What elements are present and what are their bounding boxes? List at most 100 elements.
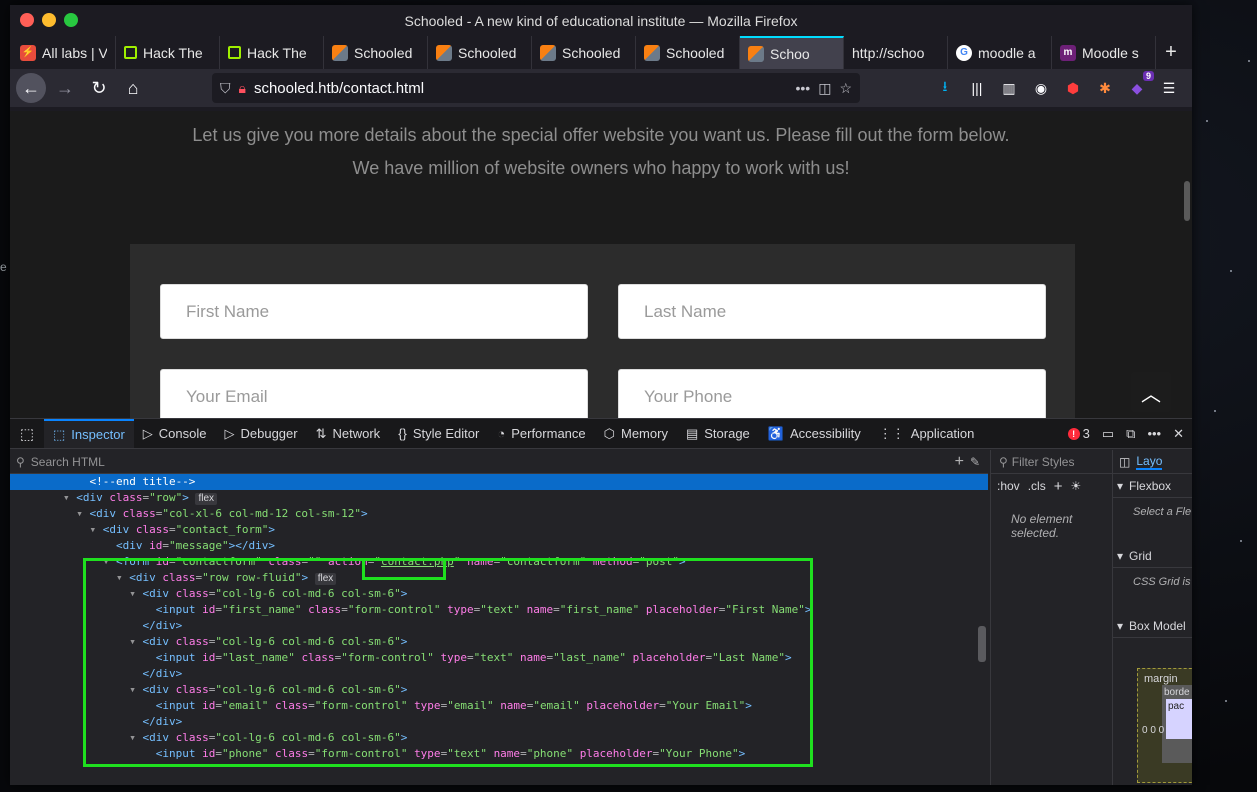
tab-label: Storage (704, 426, 750, 441)
tab-layout[interactable]: Layo (1136, 454, 1163, 470)
tab-style-editor[interactable]: {} Style Editor (389, 419, 488, 448)
browser-tab[interactable]: Hack The (220, 36, 324, 69)
search-html-input[interactable]: Search HTML (31, 455, 105, 469)
html-tree-node[interactable]: ▾ <form id="contactform" class="" action… (10, 554, 988, 570)
forward-button[interactable]: → (50, 73, 80, 103)
phone-input[interactable]: Your Phone (618, 369, 1046, 418)
library-icon[interactable]: ||| (966, 77, 988, 99)
close-window-button[interactable] (20, 13, 34, 27)
html-tree-node[interactable]: ▾ <div class="col-lg-6 col-md-6 col-sm-6… (10, 730, 988, 746)
back-button[interactable]: ← (16, 73, 46, 103)
reload-button[interactable]: ↻ (84, 73, 114, 103)
responsive-mode-icon[interactable]: ▭ (1102, 426, 1114, 442)
page-scrollbar[interactable] (1184, 181, 1190, 221)
debugger-icon: ▷ (224, 425, 235, 441)
tab-label: Performance (511, 426, 586, 441)
html-tree-node[interactable]: ▾ <div class="row"> flex (10, 490, 988, 506)
shield-icon[interactable]: ⛉ (220, 80, 231, 97)
html-tree-node[interactable]: ▾ <div class="contact_form"> (10, 522, 988, 538)
bookmark-star-icon[interactable]: ☆ (839, 80, 852, 97)
home-button[interactable]: ⌂ (118, 73, 148, 103)
browser-tab[interactable]: Gmoodle a (948, 36, 1052, 69)
browser-tab[interactable]: Schooled (428, 36, 532, 69)
html-tree-node[interactable]: <!--end title--> (10, 474, 988, 490)
error-icon: ! (1067, 427, 1080, 440)
downloads-icon[interactable]: ⭳ (934, 77, 956, 99)
html-tree-node[interactable]: <input id="last_name" class="form-contro… (10, 650, 988, 666)
menu-icon[interactable]: ☰ (1158, 77, 1180, 99)
error-count-badge[interactable]: ! 3 (1067, 426, 1090, 441)
html-tree-node[interactable]: </div> (10, 618, 988, 634)
add-node-icon[interactable]: + (955, 453, 964, 471)
grid-section-header[interactable]: ▾ Grid (1113, 544, 1192, 568)
account-icon[interactable]: ◉ (1030, 77, 1052, 99)
moodle-icon (748, 45, 764, 62)
devtools-menu-icon[interactable]: ••• (1147, 426, 1161, 441)
email-input[interactable]: Your Email (160, 369, 588, 418)
last-name-input[interactable]: Last Name (618, 284, 1046, 339)
first-name-input[interactable]: First Name (160, 284, 588, 339)
scroll-to-top-button[interactable]: ︿ (1131, 372, 1171, 412)
rules-pane: ⚲ Filter Styles :hov .cls + ☀ No element… (990, 450, 1112, 785)
url-text[interactable]: schooled.htb/contact.html (254, 80, 788, 97)
sidebar-toggle-icon[interactable]: ◫ (1119, 455, 1130, 469)
minimize-window-button[interactable] (42, 13, 56, 27)
browser-tab[interactable]: m Moodle s (1052, 36, 1156, 69)
html-tree-node[interactable]: ▾ <div class="col-lg-6 col-md-6 col-sm-6… (10, 634, 988, 650)
markup-scrollbar[interactable] (978, 626, 986, 662)
flexbox-section-header[interactable]: ▾ Flexbox (1113, 474, 1192, 498)
insecure-lock-icon[interactable]: 🔒︎ (239, 80, 246, 97)
html-tree-node[interactable]: <input id="phone" class="form-control" t… (10, 746, 988, 762)
browser-tab[interactable]: ⚡ All labs | V (12, 36, 116, 69)
ublock-icon[interactable]: ⬢ (1062, 77, 1084, 99)
tab-inspector[interactable]: ⬚ Inspector (44, 419, 134, 448)
html-tree-node[interactable]: ▾ <div class="row row-fluid"> flex (10, 570, 988, 586)
browser-tab[interactable]: Schooled (636, 36, 740, 69)
element-picker-icon[interactable]: ⬚ (10, 425, 44, 443)
dock-icon[interactable]: ⧉ (1126, 426, 1135, 442)
html-tree-node[interactable]: <input id="first_name" class="form-contr… (10, 602, 988, 618)
browser-tab[interactable]: Schooled (532, 36, 636, 69)
filter-styles-input[interactable]: Filter Styles (1012, 455, 1075, 469)
box-model-section-header[interactable]: ▾ Box Model (1113, 614, 1192, 638)
html-tree-node[interactable]: </div> (10, 666, 988, 682)
cls-toggle[interactable]: .cls (1028, 479, 1046, 493)
browser-tab[interactable]: http://schoo (844, 36, 948, 69)
tab-strip: ⚡ All labs | V Hack The Hack The Schooled Sch… (10, 36, 1192, 69)
cookie-extension-icon[interactable]: ✱ (1094, 77, 1116, 99)
new-tab-button[interactable]: + (1156, 36, 1186, 69)
maximize-window-button[interactable] (64, 13, 78, 27)
devtools-toolbar-right: ! 3 ▭ ⧉ ••• ✕ (1067, 426, 1192, 442)
html-tree-node[interactable]: <input id="email" class="form-control" t… (10, 698, 988, 714)
eyedropper-icon[interactable]: ✎ (970, 455, 980, 469)
search-html-bar: ⚲ Search HTML + ✎ (10, 450, 988, 474)
extension-icon[interactable]: ◆ 9 (1126, 71, 1154, 99)
tab-accessibility[interactable]: ♿ Accessibility (759, 419, 870, 448)
html-tree-node[interactable]: ▾ <div class="col-lg-6 col-md-6 col-sm-6… (10, 682, 988, 698)
sidebar-icon[interactable]: ▥ (998, 77, 1020, 99)
html-tree-node[interactable]: <div id="message"></div> (10, 538, 988, 554)
hov-toggle[interactable]: :hov (997, 479, 1020, 493)
tab-memory[interactable]: ⬡ Memory (595, 419, 677, 448)
browser-tab[interactable]: Schooled (324, 36, 428, 69)
url-bar[interactable]: ⛉ 🔒︎ schooled.htb/contact.html ••• ◫ ☆ (212, 73, 860, 103)
light-dark-icon[interactable]: ☀ (1070, 479, 1081, 493)
pocket-icon[interactable]: ◫ (818, 80, 831, 97)
browser-tab[interactable]: Schoo (740, 36, 844, 69)
tab-debugger[interactable]: ▷ Debugger (215, 419, 306, 448)
storage-icon: ▤ (685, 425, 699, 441)
tab-console[interactable]: ▷ Console (134, 419, 216, 448)
html-tree-node[interactable]: </div> (10, 714, 988, 730)
tab-storage[interactable]: ▤ Storage (677, 419, 759, 448)
tab-application[interactable]: ⋮⋮ Application (870, 419, 984, 448)
html-tree-node[interactable]: ▾ <div class="col-xl-6 col-md-12 col-sm-… (10, 506, 988, 522)
browser-tab[interactable]: Hack The (116, 36, 220, 69)
add-rule-icon[interactable]: + (1054, 478, 1063, 495)
devtools-close-icon[interactable]: ✕ (1173, 426, 1184, 442)
tab-performance[interactable]: ◔ Performance (488, 419, 594, 448)
tab-network[interactable]: ⇅ Network (307, 419, 390, 448)
tab-label: http://schoo (852, 44, 925, 61)
html-tree-node[interactable]: ▾ <div class="col-lg-6 col-md-6 col-sm-6… (10, 586, 988, 602)
html-tree[interactable]: <!--end title--> ▾ <div class="row"> fle… (10, 474, 988, 762)
page-actions-icon[interactable]: ••• (795, 80, 810, 96)
